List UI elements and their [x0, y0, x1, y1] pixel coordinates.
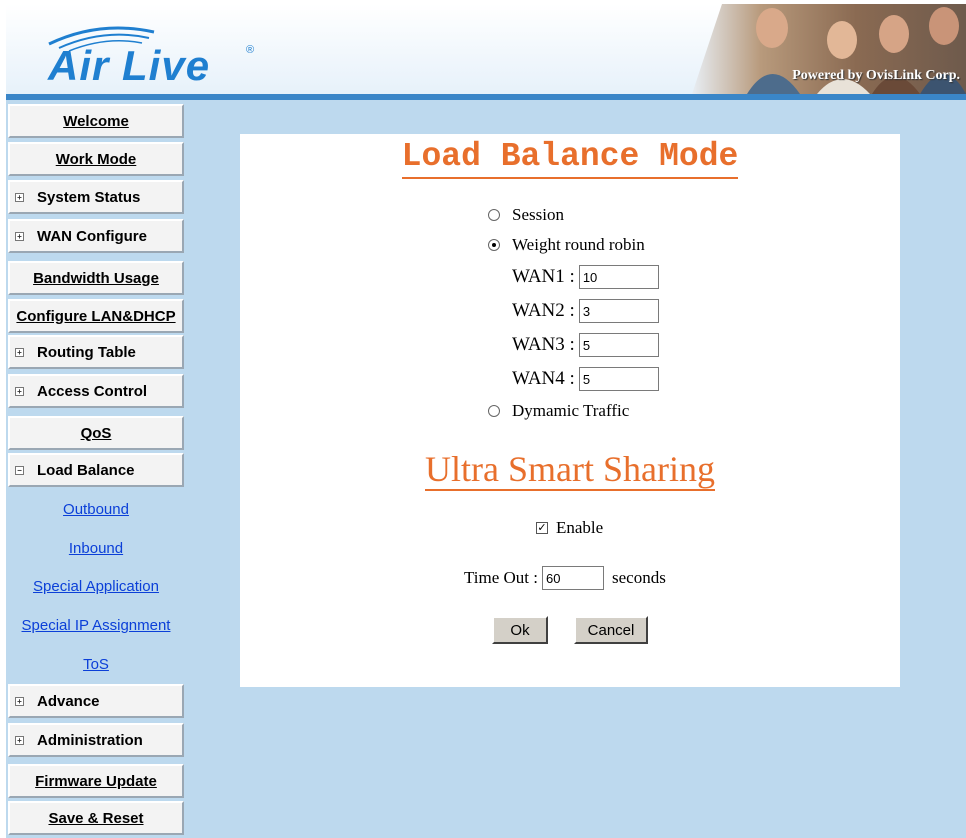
sidebar-item-label: Load Balance: [37, 461, 135, 479]
mode-weight-option[interactable]: Weight round robin: [488, 234, 645, 256]
sidebar-sublink-special-application[interactable]: Special Application: [8, 567, 184, 605]
mode-session-radio[interactable]: [488, 209, 500, 221]
expand-plus-icon[interactable]: +: [15, 231, 24, 241]
mode-weight-label: Weight round robin: [512, 235, 645, 254]
logo-text: Air Live: [48, 42, 211, 89]
header-divider: [6, 94, 966, 100]
expand-plus-icon[interactable]: +: [15, 347, 24, 357]
sidebar-sublink-tos[interactable]: ToS: [8, 645, 184, 683]
sidebar-item-wan-configure[interactable]: + WAN Configure: [8, 219, 184, 253]
sidebar-item-label: Firmware Update: [35, 772, 157, 790]
wan4-row: WAN4 :: [512, 366, 659, 392]
load-balance-panel: Load Balance Mode Session Weight round r…: [240, 134, 900, 687]
sidebar-item-label: Routing Table: [37, 343, 136, 361]
sidebar-item-qos[interactable]: QoS: [8, 416, 184, 450]
sidebar-item-bandwidth-usage[interactable]: Bandwidth Usage: [8, 261, 184, 295]
timeout-row: Time Out : seconds: [464, 566, 666, 590]
timeout-input[interactable]: [542, 566, 605, 590]
page-title: Load Balance Mode: [240, 138, 900, 179]
sidebar-item-load-balance[interactable]: − Load Balance: [8, 453, 184, 487]
header: Air Live ® Powered by OvisLink Corp.: [6, 4, 966, 100]
sidebar-item-label: Access Control: [37, 382, 148, 400]
expand-plus-icon[interactable]: +: [15, 735, 24, 745]
wan4-weight-input[interactable]: [578, 367, 659, 391]
wan3-label: WAN3 :: [512, 334, 575, 355]
enable-option[interactable]: ✓ Enable: [536, 518, 603, 538]
header-photo: Powered by OvisLink Corp.: [692, 4, 966, 94]
wan2-label: WAN2 :: [512, 300, 575, 321]
wan2-weight-input[interactable]: [578, 299, 659, 323]
wan3-row: WAN3 :: [512, 332, 659, 358]
mode-session-label: Session: [512, 205, 564, 224]
sidebar-item-label: Bandwidth Usage: [33, 269, 159, 287]
sidebar-item-advance[interactable]: + Advance: [8, 684, 184, 718]
cancel-button[interactable]: Cancel: [574, 616, 648, 644]
sidebar-item-label: QoS: [80, 424, 112, 442]
powered-by-text: Powered by OvisLink Corp.: [792, 68, 960, 83]
sidebar-item-firmware-update[interactable]: Firmware Update: [8, 764, 184, 798]
sidebar-item-save-reset[interactable]: Save & Reset: [8, 801, 184, 835]
sidebar-item-routing-table[interactable]: + Routing Table: [8, 335, 184, 369]
mode-dynamic-label: Dymamic Traffic: [512, 401, 630, 420]
sidebar-item-label: Save & Reset: [48, 809, 144, 827]
sidebar-item-label: Work Mode: [55, 150, 137, 168]
collapse-minus-icon[interactable]: −: [15, 465, 24, 475]
sidebar-item-label: Configure LAN&DHCP: [16, 307, 176, 325]
ok-button[interactable]: Ok: [492, 616, 548, 644]
expand-plus-icon[interactable]: +: [15, 192, 24, 202]
sidebar-item-label: Advance: [37, 692, 100, 710]
sidebar-item-label: System Status: [37, 188, 141, 206]
wan2-row: WAN2 :: [512, 298, 659, 324]
wan3-weight-input[interactable]: [578, 333, 659, 357]
sidebar-item-configure-lan-dhcp[interactable]: Configure LAN&DHCP: [8, 299, 184, 333]
logo-registered-mark: ®: [246, 44, 255, 56]
sidebar-item-label: Welcome: [63, 112, 129, 130]
sidebar-item-work-mode[interactable]: Work Mode: [8, 142, 184, 176]
expand-plus-icon[interactable]: +: [15, 386, 24, 396]
airlive-logo[interactable]: Air Live ®: [36, 22, 266, 92]
mode-session-option[interactable]: Session: [488, 204, 564, 226]
mode-dynamic-option[interactable]: Dymamic Traffic: [488, 400, 629, 422]
page-frame: Air Live ® Powered by OvisLink Corp. Wel…: [6, 4, 966, 838]
wan1-row: WAN1 :: [512, 264, 659, 290]
ultra-smart-sharing-heading: Ultra Smart Sharing: [240, 448, 900, 491]
wan1-weight-input[interactable]: [578, 265, 659, 289]
enable-label: Enable: [556, 518, 604, 537]
sidebar-sublink-outbound[interactable]: Outbound: [8, 490, 184, 528]
page-title-text: Load Balance Mode: [401, 138, 739, 179]
enable-checkbox[interactable]: ✓: [536, 522, 548, 534]
timeout-unit: seconds: [612, 568, 666, 587]
wan4-label: WAN4 :: [512, 368, 575, 389]
sidebar-item-label: Administration: [37, 731, 143, 749]
timeout-label: Time Out :: [464, 568, 539, 587]
wan1-label: WAN1 :: [512, 266, 575, 287]
sidebar-item-administration[interactable]: + Administration: [8, 723, 184, 757]
sidebar-sublink-special-ip-assignment[interactable]: Special IP Assignment: [8, 606, 184, 644]
mode-dynamic-radio[interactable]: [488, 405, 500, 417]
expand-plus-icon[interactable]: +: [15, 696, 24, 706]
sidebar-item-welcome[interactable]: Welcome: [8, 104, 184, 138]
mode-weight-radio[interactable]: [488, 239, 500, 251]
sidebar-item-label: WAN Configure: [37, 227, 147, 245]
sidebar-item-system-status[interactable]: + System Status: [8, 180, 184, 214]
sidebar-sublink-inbound[interactable]: Inbound: [8, 529, 184, 567]
sidebar-item-access-control[interactable]: + Access Control: [8, 374, 184, 408]
ultra-smart-sharing-text: Ultra Smart Sharing: [425, 449, 715, 491]
